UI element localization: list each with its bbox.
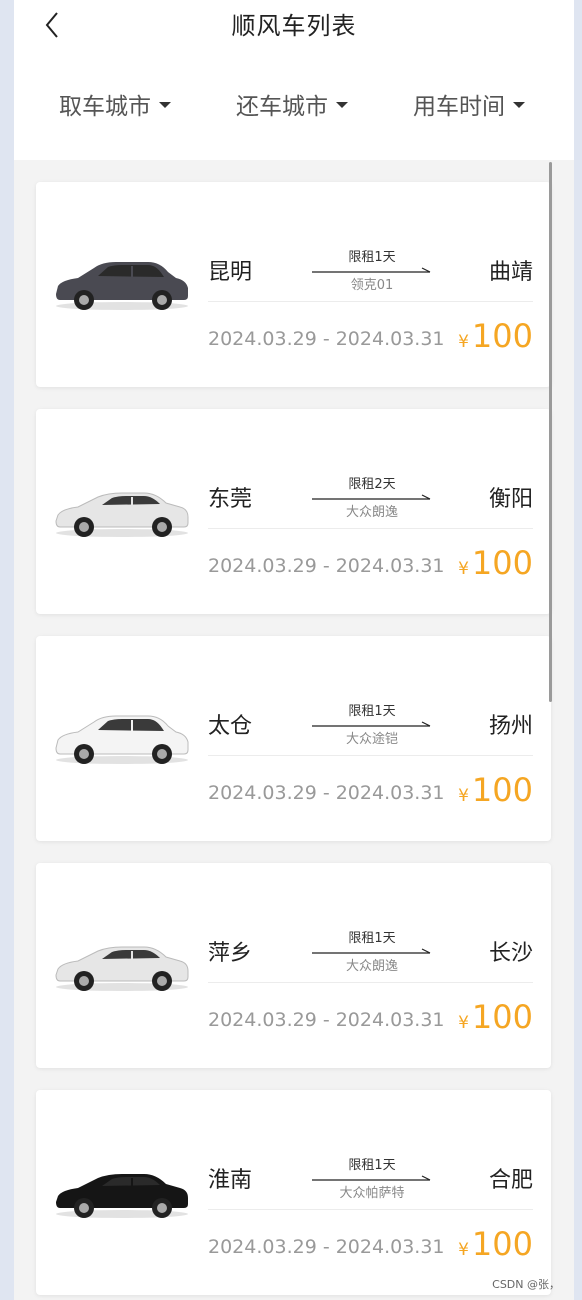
filter-bar: 取车城市 还车城市 用车时间 (14, 84, 574, 124)
currency-symbol: ¥ (458, 559, 469, 579)
currency-symbol: ¥ (458, 332, 469, 352)
filter-label: 取车城市 (59, 94, 151, 120)
price: ¥100 (458, 317, 533, 355)
date-range: 2024.03.29 - 2024.03.31 (208, 328, 445, 350)
price: ¥100 (458, 544, 533, 582)
return-city: 衡阳 (488, 487, 533, 512)
pickup-city: 昆明 (208, 260, 253, 285)
car-image (55, 492, 189, 537)
rental-days: 限租1天 (348, 1158, 396, 1173)
filter-return-city[interactable]: 还车城市 (236, 84, 348, 124)
price-amount: 100 (471, 771, 533, 809)
car-model: 领克01 (350, 278, 394, 293)
pickup-city: 淮南 (208, 1168, 253, 1193)
car-image (55, 715, 189, 764)
pickup-city: 太仓 (208, 714, 253, 739)
app-screen: 顺风车列表 取车城市 还车城市 用车时间 昆明 限租1天 领克01 曲靖 202… (14, 0, 574, 1300)
rental-days: 限租1天 (348, 704, 396, 719)
car-image (55, 946, 189, 991)
car-model: 大众途铠 (345, 732, 398, 747)
filter-pickup-city[interactable]: 取车城市 (59, 84, 171, 124)
ride-card[interactable]: 太仓 限租1天 大众途铠 扬州 2024.03.29 - 2024.03.31 … (36, 636, 551, 841)
divider (208, 301, 533, 302)
return-city: 曲靖 (488, 260, 533, 285)
rental-days: 限租1天 (348, 931, 396, 946)
date-range: 2024.03.29 - 2024.03.31 (208, 782, 445, 804)
filter-rental-time[interactable]: 用车时间 (413, 84, 525, 124)
filter-label: 还车城市 (236, 94, 328, 120)
caret-down-icon (159, 102, 171, 108)
date-range: 2024.03.29 - 2024.03.31 (208, 1236, 445, 1258)
watermark: CSDN @张， (492, 1278, 560, 1291)
route-info: 限租1天 领克01 (312, 246, 432, 296)
car-model: 大众帕萨特 (339, 1186, 405, 1201)
scrollbar[interactable] (549, 162, 552, 702)
price-amount: 100 (471, 1225, 533, 1263)
rental-days: 限租2天 (348, 477, 396, 492)
ride-card[interactable]: 东莞 限租2天 大众朗逸 衡阳 2024.03.29 - 2024.03.31 … (36, 409, 551, 614)
pickup-city: 东莞 (208, 487, 253, 512)
currency-symbol: ¥ (458, 786, 469, 806)
filter-label: 用车时间 (413, 94, 505, 120)
return-city: 合肥 (488, 1168, 533, 1193)
price: ¥100 (458, 771, 533, 809)
price-amount: 100 (471, 544, 533, 582)
car-model: 大众朗逸 (345, 505, 398, 520)
car-model: 大众朗逸 (345, 959, 398, 974)
route-info: 限租2天 大众朗逸 (312, 473, 432, 523)
route-info: 限租1天 大众帕萨特 (312, 1154, 432, 1204)
car-image (56, 262, 188, 310)
price: ¥100 (458, 1225, 533, 1263)
currency-symbol: ¥ (458, 1013, 469, 1033)
price-amount: 100 (471, 317, 533, 355)
return-city: 扬州 (488, 714, 533, 739)
price-amount: 100 (471, 998, 533, 1036)
ride-card[interactable]: 昆明 限租1天 领克01 曲靖 2024.03.29 - 2024.03.31 … (36, 182, 551, 387)
divider (208, 1209, 533, 1210)
rental-days: 限租1天 (348, 250, 396, 265)
date-range: 2024.03.29 - 2024.03.31 (208, 555, 445, 577)
divider (208, 528, 533, 529)
currency-symbol: ¥ (458, 1240, 469, 1260)
ride-card[interactable]: 淮南 限租1天 大众帕萨特 合肥 2024.03.29 - 2024.03.31… (36, 1090, 551, 1295)
caret-down-icon (336, 102, 348, 108)
caret-down-icon (513, 102, 525, 108)
header: 顺风车列表 取车城市 还车城市 用车时间 (14, 0, 574, 160)
pickup-city: 萍乡 (208, 941, 253, 966)
divider (208, 982, 533, 983)
date-range: 2024.03.29 - 2024.03.31 (208, 1009, 445, 1031)
ride-card[interactable]: 萍乡 限租1天 大众朗逸 长沙 2024.03.29 - 2024.03.31 … (36, 863, 551, 1068)
divider (208, 755, 533, 756)
page-title: 顺风车列表 (231, 12, 357, 40)
price: ¥100 (458, 998, 533, 1036)
return-city: 长沙 (488, 941, 533, 966)
car-image (56, 1174, 188, 1218)
route-info: 限租1天 大众朗逸 (312, 927, 432, 977)
ride-list: 昆明 限租1天 领克01 曲靖 2024.03.29 - 2024.03.31 … (14, 160, 574, 1300)
route-info: 限租1天 大众途铠 (312, 700, 432, 750)
